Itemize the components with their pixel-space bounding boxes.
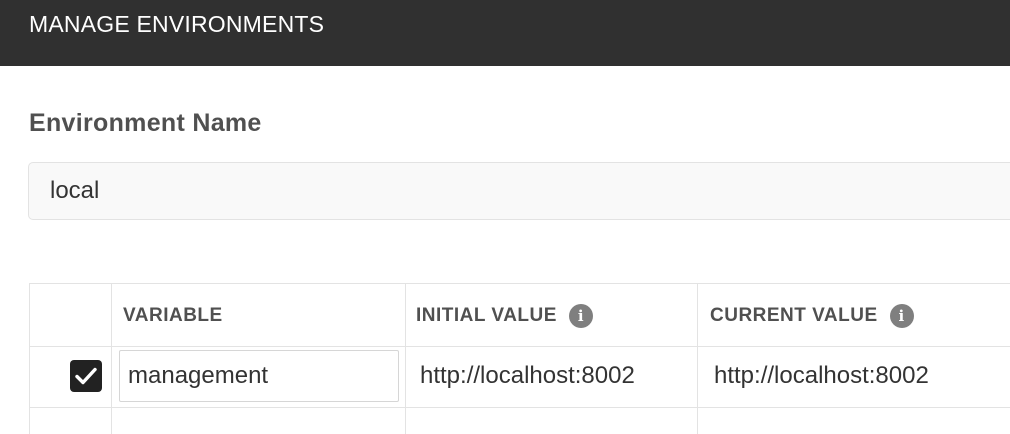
column-divider (405, 284, 406, 434)
environment-name-label: Environment Name (29, 109, 262, 137)
current-value-cell[interactable]: http://localhost:8002 (714, 362, 929, 390)
checkmark-icon (75, 367, 97, 385)
column-header-current-value: CURRENT VALUE i (710, 284, 914, 347)
info-icon[interactable]: i (889, 303, 914, 328)
column-header-variable-label: VARIABLE (123, 304, 223, 326)
column-divider (697, 284, 698, 434)
variable-name-input[interactable] (119, 350, 399, 402)
environment-name-input[interactable] (28, 162, 1010, 220)
row-divider (30, 407, 1010, 408)
column-divider (111, 284, 112, 434)
column-header-initial-value: INITIAL VALUE i (416, 284, 593, 347)
row-enabled-checkbox[interactable] (70, 360, 102, 392)
column-header-initial-value-label: INITIAL VALUE (416, 304, 557, 326)
info-icon[interactable]: i (568, 303, 593, 328)
column-header-current-value-label: CURRENT VALUE (710, 304, 878, 326)
column-header-variable: VARIABLE (123, 284, 223, 347)
variables-table: VARIABLE INITIAL VALUE i CURRENT VALUE i… (29, 283, 1010, 434)
initial-value-cell[interactable]: http://localhost:8002 (420, 362, 635, 390)
modal-header: MANAGE ENVIRONMENTS (0, 0, 1010, 66)
modal-title: MANAGE ENVIRONMENTS (29, 11, 325, 37)
